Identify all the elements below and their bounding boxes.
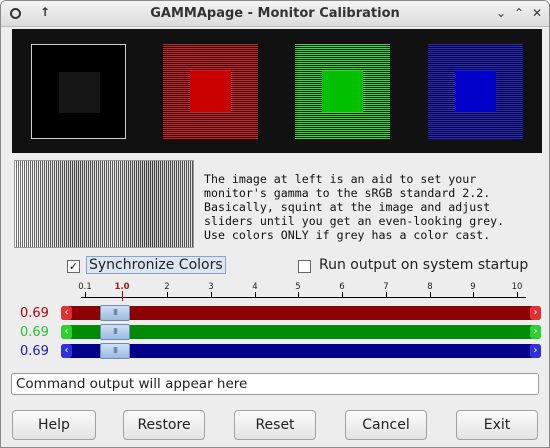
ruler-tick xyxy=(342,292,343,298)
window-title: GAMMApage - Monitor Calibration xyxy=(150,6,400,21)
red-slider-thumb[interactable]: III xyxy=(100,305,130,321)
current-gamma-marker xyxy=(122,291,123,301)
reset-button[interactable]: Reset xyxy=(234,410,316,440)
checkbox-box[interactable] xyxy=(298,260,311,273)
arrow-right-icon[interactable]: › xyxy=(530,325,541,339)
ruler-tick-label: 10 xyxy=(511,282,523,292)
red-slider[interactable]: ‹ III › xyxy=(61,305,541,321)
ruler-tick-label: 6 xyxy=(339,282,345,292)
ruler-tick-label: 3 xyxy=(208,282,214,292)
ruler-tick-label: 7 xyxy=(383,282,389,292)
blue-slider[interactable]: ‹ III › xyxy=(61,343,541,359)
restore-button[interactable]: Restore xyxy=(123,410,205,440)
red-swatch xyxy=(163,44,258,139)
ruler-tick xyxy=(167,292,168,298)
ruler-tick xyxy=(517,292,518,298)
ruler-tick xyxy=(255,292,256,298)
ruler-tick-label: 4 xyxy=(252,282,258,292)
ruler-tick xyxy=(85,292,86,298)
ruler-tick xyxy=(211,292,212,298)
ruler-tick-label: 2 xyxy=(164,282,170,292)
gamma-ruler: 0.1 1.0 2 3 4 5 6 7 8 9 10 xyxy=(78,280,526,302)
ruler-tick-label: 9 xyxy=(470,282,476,292)
calibration-swatches xyxy=(12,29,542,153)
ruler-tick xyxy=(473,292,474,298)
arrow-left-icon[interactable]: ‹ xyxy=(61,344,72,358)
help-button[interactable]: Help xyxy=(12,410,96,440)
minimize-icon[interactable]: ⌄ xyxy=(493,5,509,21)
ruler-tick-label: 8 xyxy=(427,282,433,292)
checkbox-check-icon[interactable]: ✓ xyxy=(67,260,80,273)
command-output-field[interactable]: Command output will appear here xyxy=(11,373,539,395)
ruler-tick-label: 0.1 xyxy=(78,282,92,292)
synchronize-colors-label[interactable]: Synchronize Colors xyxy=(86,256,226,274)
blue-value: 0.69 xyxy=(20,344,49,359)
blue-slider-thumb[interactable]: III xyxy=(100,343,130,359)
ruler-tick xyxy=(430,292,431,298)
ruler-tick-label: 5 xyxy=(295,282,301,292)
green-slider-thumb[interactable]: III xyxy=(100,324,130,340)
ruler-tick xyxy=(386,292,387,298)
ruler-tick xyxy=(298,292,299,298)
maximize-icon[interactable]: ⌃ xyxy=(511,5,527,21)
arrow-right-icon[interactable]: › xyxy=(530,306,541,320)
run-on-startup-label[interactable]: Run output on system startup xyxy=(317,257,530,273)
close-icon[interactable]: ✕ xyxy=(529,5,545,21)
arrow-left-icon[interactable]: ‹ xyxy=(61,325,72,339)
exit-button[interactable]: Exit xyxy=(456,410,538,440)
black-swatch xyxy=(31,44,126,139)
arrow-right-icon[interactable]: › xyxy=(530,344,541,358)
blue-swatch xyxy=(428,44,523,139)
instructions-text: The image at left is an aid to set your … xyxy=(204,172,505,242)
red-value: 0.69 xyxy=(20,306,49,321)
app-window: ↑ GAMMApage - Monitor Calibration ⌄ ⌃ ✕ … xyxy=(0,0,550,448)
green-swatch xyxy=(295,44,390,139)
green-value: 0.69 xyxy=(20,325,49,340)
cancel-button[interactable]: Cancel xyxy=(345,410,427,440)
green-slider[interactable]: ‹ III › xyxy=(61,324,541,340)
arrow-left-icon[interactable]: ‹ xyxy=(61,306,72,320)
gamma-test-image xyxy=(14,160,194,248)
title-bar: ↑ GAMMApage - Monitor Calibration ⌄ ⌃ ✕ xyxy=(1,1,549,27)
